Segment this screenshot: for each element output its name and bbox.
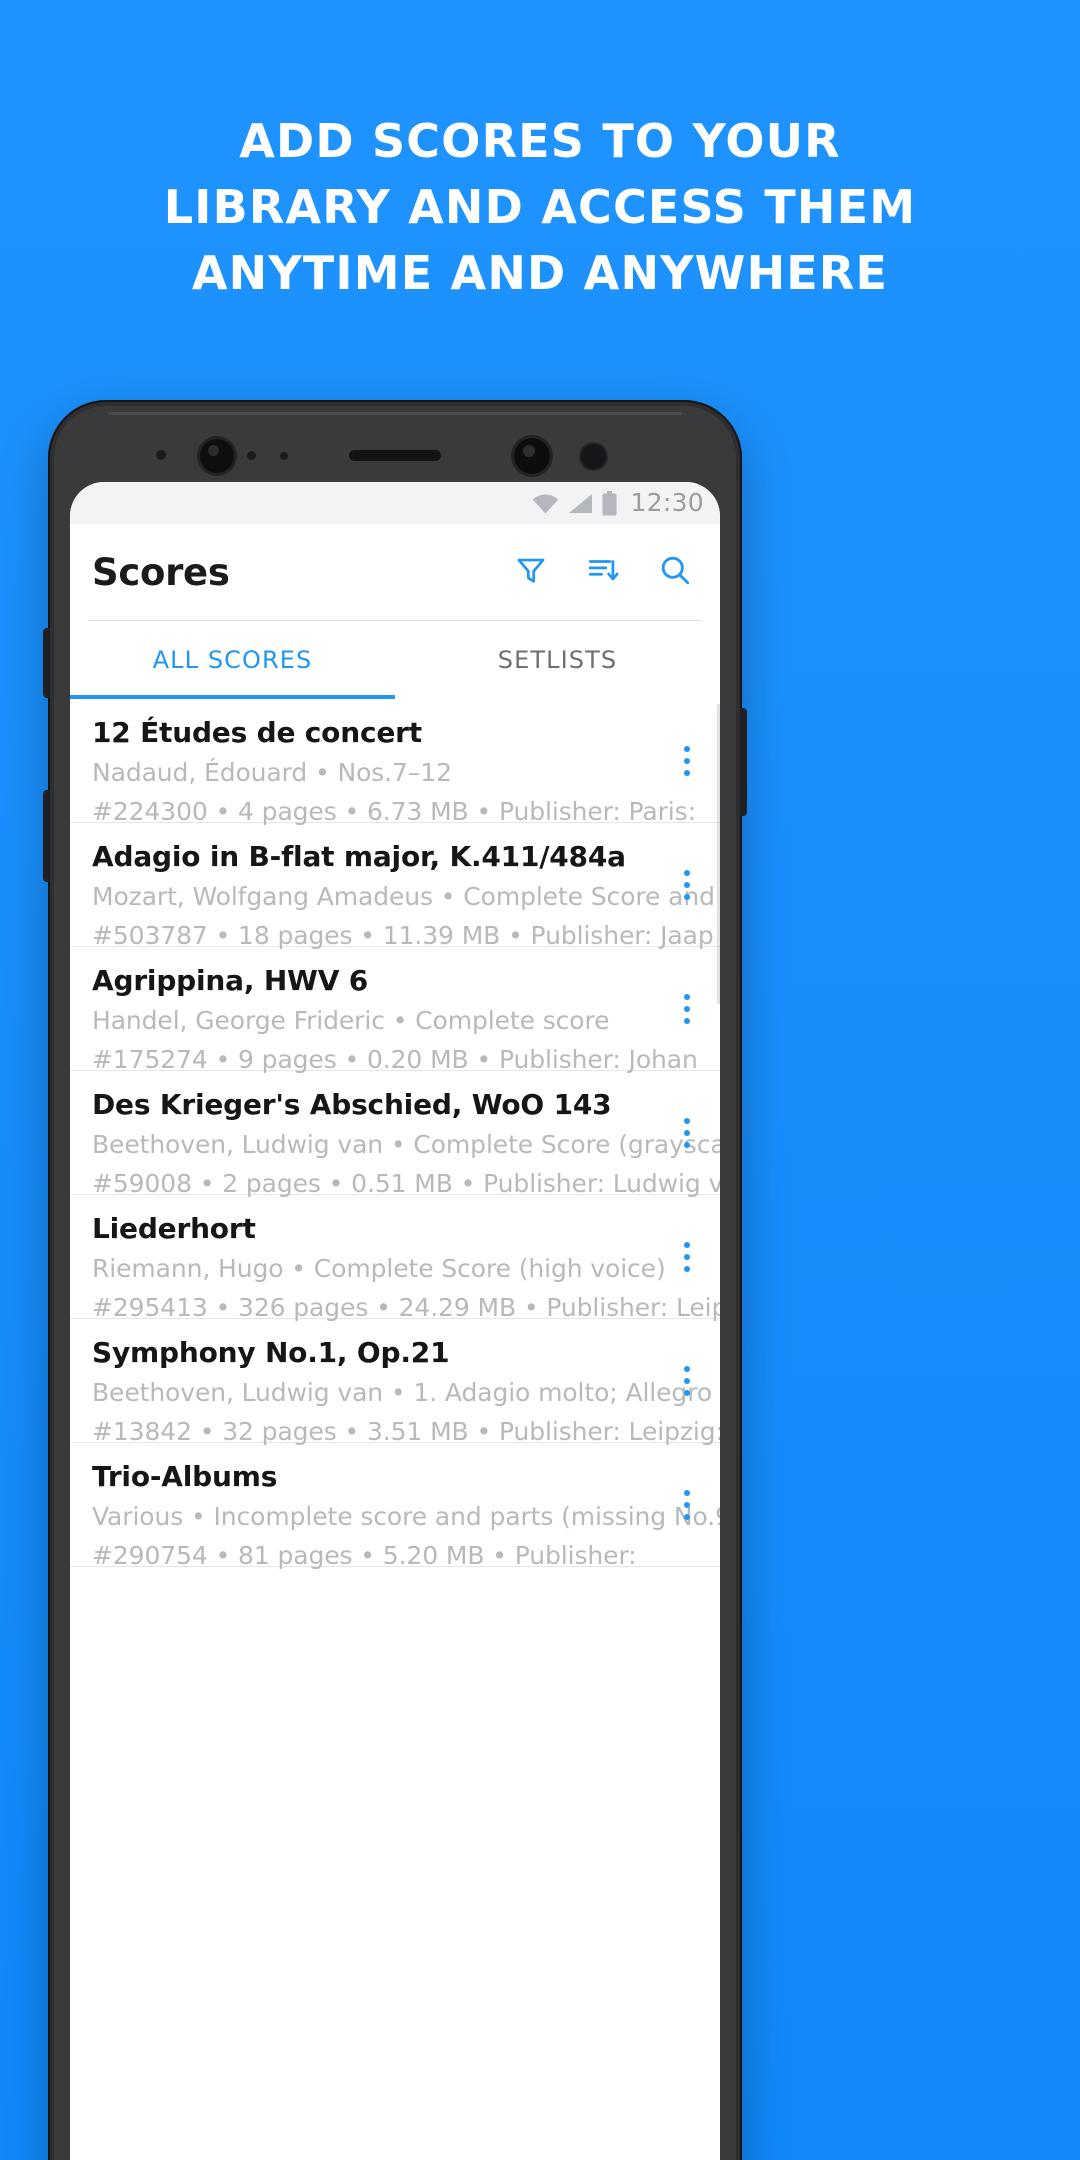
sort-button[interactable] xyxy=(582,551,624,593)
score-title: 12 Études de concert xyxy=(92,716,422,749)
volume-up-button[interactable] xyxy=(43,628,50,698)
score-subtitle: Beethoven, Ludwig van • Complete Score (… xyxy=(92,1130,720,1159)
promo-screenshot: ADD SCORES TO YOUR LIBRARY AND ACCESS TH… xyxy=(0,0,1080,2160)
score-subtitle: Various • Incomplete score and parts (mi… xyxy=(92,1502,720,1531)
filter-button[interactable] xyxy=(510,551,552,593)
score-subtitle: Riemann, Hugo • Complete Score (high voi… xyxy=(92,1254,666,1283)
list-scrollbar[interactable] xyxy=(717,704,720,1004)
list-item[interactable]: 12 Études de concert Nadaud, Édouard • N… xyxy=(70,699,720,826)
score-subtitle: Beethoven, Ludwig van • 1. Adagio molto;… xyxy=(92,1378,720,1407)
score-title: Des Krieger's Abschied, WoO 143 xyxy=(92,1088,612,1121)
more-vertical-icon[interactable] xyxy=(670,862,704,908)
tab-setlists[interactable]: SETLISTS xyxy=(395,621,720,699)
proximity-sensor-icon xyxy=(581,444,606,469)
list-item[interactable]: Des Krieger's Abschied, WoO 143 Beethove… xyxy=(70,1071,720,1198)
more-vertical-icon[interactable] xyxy=(670,986,704,1032)
sort-icon xyxy=(586,553,620,592)
phone-screen: 12:30 Scores ALL SCORES SETLISTS 12 Étud… xyxy=(70,482,720,2160)
cell-signal-icon xyxy=(568,493,593,514)
more-vertical-icon[interactable] xyxy=(670,1358,704,1404)
search-button[interactable] xyxy=(654,551,696,593)
promo-headline: ADD SCORES TO YOUR LIBRARY AND ACCESS TH… xyxy=(0,108,1080,306)
status-bar-clock: 12:30 xyxy=(630,488,704,517)
promo-headline-line-3: ANYTIME AND ANYWHERE xyxy=(191,246,889,300)
list-item[interactable]: Trio-Albums Various • Incomplete score a… xyxy=(70,1443,720,1570)
status-bar: 12:30 xyxy=(70,482,720,524)
more-vertical-icon[interactable] xyxy=(670,738,704,784)
tab-bar: ALL SCORES SETLISTS xyxy=(70,621,720,699)
sensor-dot-2 xyxy=(247,451,256,460)
score-title: Adagio in B-flat major, K.411/484a xyxy=(92,840,626,873)
score-title: Agrippina, HWV 6 xyxy=(92,964,369,997)
score-title: Liederhort xyxy=(92,1212,256,1245)
score-subtitle: Mozart, Wolfgang Amadeus • Complete Scor… xyxy=(92,882,720,911)
volume-down-button[interactable] xyxy=(43,790,50,882)
search-icon xyxy=(657,552,693,593)
page-title: Scores xyxy=(92,550,230,594)
front-camera-icon xyxy=(200,439,234,473)
wifi-icon xyxy=(532,493,559,514)
app-bar: Scores xyxy=(70,524,720,620)
score-subtitle: Handel, George Frideric • Complete score xyxy=(92,1006,610,1035)
phone-mockup: 12:30 Scores ALL SCORES SETLISTS 12 Étud… xyxy=(43,400,747,2160)
score-title: Trio-Albums xyxy=(92,1460,278,1493)
power-button[interactable] xyxy=(740,708,747,816)
score-title: Symphony No.1, Op.21 xyxy=(92,1336,450,1369)
sensor-dot-3 xyxy=(280,452,288,460)
earpiece-speaker xyxy=(349,450,441,461)
more-vertical-icon[interactable] xyxy=(670,1234,704,1280)
list-item[interactable]: Liederhort Riemann, Hugo • Complete Scor… xyxy=(70,1195,720,1322)
list-item[interactable]: Agrippina, HWV 6 Handel, George Frideric… xyxy=(70,947,720,1074)
tab-all-scores[interactable]: ALL SCORES xyxy=(70,621,395,699)
more-vertical-icon[interactable] xyxy=(670,1110,704,1156)
list-item[interactable]: Symphony No.1, Op.21 Beethoven, Ludwig v… xyxy=(70,1319,720,1446)
score-meta: #290754 • 81 pages • 5.20 MB • Publisher… xyxy=(92,1541,637,1570)
battery-icon xyxy=(602,490,617,516)
phone-top-hairline xyxy=(108,412,682,415)
sensor-dot-1 xyxy=(156,450,166,460)
list-item[interactable]: Adagio in B-flat major, K.411/484a Mozar… xyxy=(70,823,720,950)
score-subtitle: Nadaud, Édouard • Nos.7–12 xyxy=(92,758,452,787)
front-camera-secondary-icon xyxy=(514,438,550,474)
promo-headline-line-1: ADD SCORES TO YOUR xyxy=(239,114,841,168)
scores-list: 12 Études de concert Nadaud, Édouard • N… xyxy=(70,699,720,1570)
more-vertical-icon[interactable] xyxy=(670,1482,704,1528)
promo-headline-line-2: LIBRARY AND ACCESS THEM xyxy=(163,180,917,234)
app-bar-actions xyxy=(510,551,704,593)
filter-icon xyxy=(514,553,548,592)
